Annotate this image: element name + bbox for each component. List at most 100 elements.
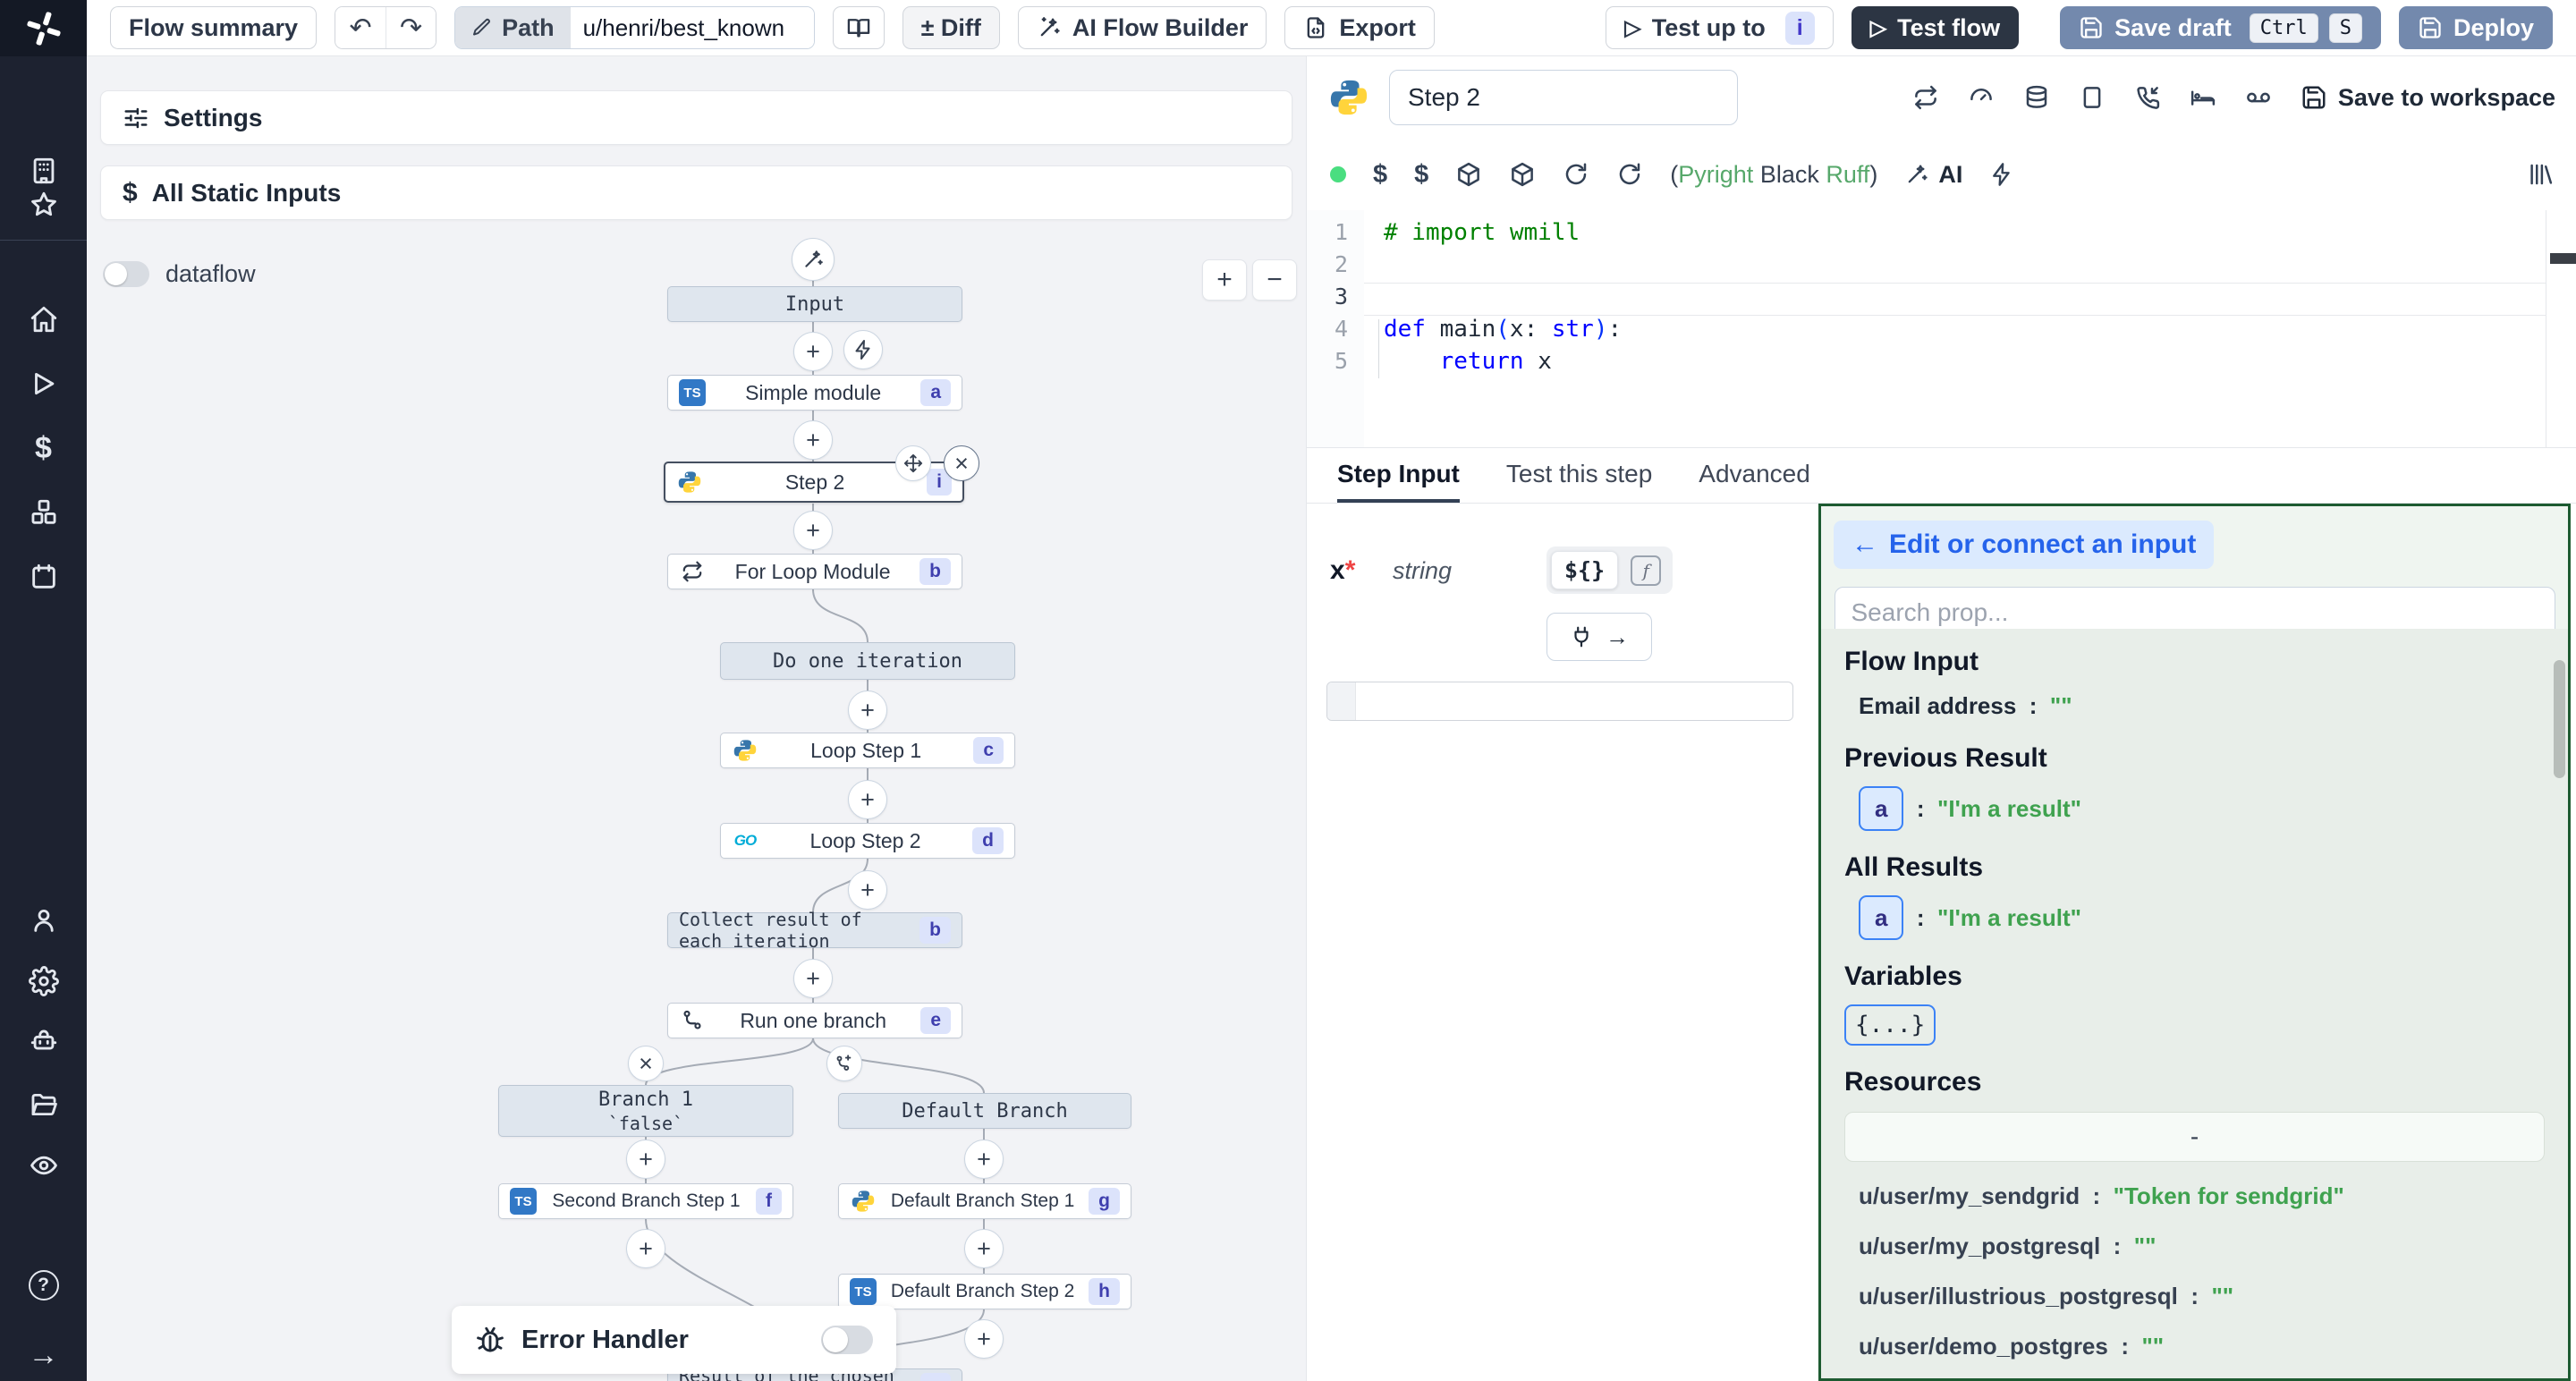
early-stop-gauge-icon[interactable]	[1968, 84, 1995, 111]
favorites-star-icon[interactable]	[0, 190, 87, 220]
argument-value-editor[interactable]	[1326, 682, 1793, 721]
add-step-button[interactable]: +	[848, 690, 887, 730]
add-step-button[interactable]: +	[848, 780, 887, 819]
expand-sidebar-arrow-icon[interactable]: →	[0, 1338, 87, 1373]
add-trigger-button[interactable]	[843, 330, 883, 369]
flow-node-input[interactable]: Input	[667, 286, 962, 322]
library-panel-icon[interactable]	[2527, 161, 2554, 188]
tab-test-this-step[interactable]: Test this step	[1506, 448, 1652, 503]
prop-row[interactable]: Email address : ""	[1844, 690, 2545, 722]
user-icon[interactable]	[0, 905, 87, 936]
docs-book-button[interactable]	[833, 6, 885, 49]
cache-database-icon[interactable]	[2023, 84, 2050, 111]
undo-button[interactable]: ↶	[335, 7, 386, 48]
variable-picker-icon[interactable]: $	[1373, 160, 1387, 190]
save-draft-button[interactable]: Save draft Ctrl S	[2060, 6, 2381, 49]
error-handler-toggle[interactable]	[821, 1326, 873, 1354]
folders-icon[interactable]	[0, 1089, 87, 1120]
plus-icon: +	[806, 517, 820, 545]
step-name-input[interactable]	[1389, 70, 1738, 125]
variables-expand-badge[interactable]: {...}	[1844, 1004, 1936, 1046]
add-step-button[interactable]: +	[626, 1140, 665, 1179]
package-icon[interactable]	[1509, 161, 1536, 188]
export-button[interactable]: Export	[1284, 6, 1435, 49]
minimap-slider[interactable]	[2550, 253, 2576, 264]
flow-node-loop-step1[interactable]: Loop Step 1 c	[720, 733, 1015, 768]
flow-node-do-one-iteration[interactable]: Do one iteration	[720, 642, 1015, 680]
bolt-icon[interactable]	[1989, 162, 2014, 187]
result-key-badge[interactable]: a	[1859, 786, 1903, 831]
save-to-workspace-button[interactable]: Save to workspace	[2301, 84, 2555, 112]
add-step-button[interactable]: +	[793, 420, 833, 460]
flow-node-second-branch-step1[interactable]: TS Second Branch Step 1 f	[498, 1183, 793, 1219]
home-icon[interactable]	[0, 304, 87, 335]
tab-advanced[interactable]: Advanced	[1699, 448, 1810, 503]
windmill-logo[interactable]	[0, 0, 87, 56]
resources-cubes-icon[interactable]	[0, 497, 87, 528]
help-icon[interactable]: ?	[0, 1270, 87, 1301]
sleep-bed-icon[interactable]	[2190, 84, 2216, 111]
add-step-button[interactable]: +	[626, 1229, 665, 1268]
move-step-handle[interactable]	[895, 445, 931, 481]
prop-row[interactable]: a : "I'm a result"	[1844, 895, 2545, 940]
flow-node-collect-result[interactable]: Collect result of each iteration b	[667, 912, 962, 948]
code-editor[interactable]: 1 2 3 4 5 # import wmill def main(x: str…	[1307, 210, 2576, 447]
resource-picker-icon[interactable]: $	[1414, 160, 1428, 190]
mock-square-icon[interactable]	[2079, 84, 2106, 111]
voicemail-icon[interactable]	[2245, 84, 2272, 111]
path-chip[interactable]: Path	[455, 7, 571, 48]
connect-input-button[interactable]: →	[1546, 613, 1652, 661]
connect-panel-scrollbar[interactable]	[2554, 660, 2565, 778]
flow-node-for-loop[interactable]: For Loop Module b	[667, 554, 962, 589]
deploy-button[interactable]: Deploy	[2399, 6, 2553, 49]
schedules-calendar-icon[interactable]	[0, 562, 87, 592]
function-mode-button[interactable]: f	[1631, 555, 1661, 586]
audit-eye-icon[interactable]	[0, 1150, 87, 1181]
resource-row[interactable]: u/user/illustrious_postgresql : ""	[1844, 1280, 2545, 1312]
remove-branch-button[interactable]: ×	[628, 1046, 664, 1081]
flow-node-loop-step2[interactable]: GO Loop Step 2 d	[720, 823, 1015, 859]
workspace-icon[interactable]	[0, 156, 87, 186]
flow-node-run-one-branch[interactable]: Run one branch e	[667, 1003, 962, 1038]
add-step-button[interactable]: +	[848, 870, 887, 910]
flow-node-default-branch-step1[interactable]: Default Branch Step 1 g	[838, 1183, 1131, 1219]
edit-or-connect-back-button[interactable]: ←Edit or connect an input	[1834, 521, 2214, 569]
add-step-button[interactable]: +	[964, 1229, 1004, 1268]
prop-row[interactable]: a : "I'm a result"	[1844, 786, 2545, 831]
flow-node-branch1[interactable]: Branch 1 `false`	[498, 1085, 793, 1137]
result-key-badge[interactable]: a	[1859, 895, 1903, 940]
resource-row[interactable]: u/user/demo_postgres "": ""	[1844, 1330, 2545, 1362]
resource-row[interactable]: u/user/my_sendgrid : "Token for sendgrid…	[1844, 1180, 2545, 1212]
add-step-button[interactable]: +	[793, 511, 833, 550]
flow-summary-button[interactable]: Flow summary	[110, 6, 317, 49]
runs-play-icon[interactable]	[0, 369, 87, 399]
flow-node-simple-module[interactable]: TS Simple module a	[667, 375, 962, 411]
settings-gear-icon[interactable]	[0, 966, 87, 996]
test-flow-button[interactable]: ▷ Test flow	[1852, 6, 2019, 49]
ai-assistant-button[interactable]: AI	[1904, 161, 1962, 189]
test-up-to-button[interactable]: ▷ Test up to i	[1606, 6, 1833, 49]
reload-icon[interactable]	[1616, 161, 1643, 188]
retry-repeat-icon[interactable]	[1912, 84, 1939, 111]
flow-node-default-branch[interactable]: Default Branch	[838, 1093, 1131, 1129]
redo-button[interactable]: ↷	[386, 7, 436, 48]
add-branch-button[interactable]	[826, 1046, 862, 1081]
reload-icon[interactable]	[1563, 161, 1589, 188]
diff-button[interactable]: ± Diff	[902, 6, 1000, 49]
resource-row[interactable]: u/user/my_postgresql : ""	[1844, 1230, 2545, 1262]
variables-dollar-icon[interactable]: $	[0, 431, 87, 466]
add-step-button[interactable]: +	[793, 332, 833, 371]
add-step-button[interactable]: +	[793, 959, 833, 998]
ai-wand-trigger-button[interactable]	[792, 238, 835, 281]
flow-node-default-branch-step2[interactable]: TS Default Branch Step 2 h	[838, 1274, 1131, 1309]
suspend-phone-icon[interactable]	[2134, 84, 2161, 111]
package-icon[interactable]	[1455, 161, 1482, 188]
workers-robot-icon[interactable]	[0, 1027, 87, 1057]
add-step-button[interactable]: +	[964, 1140, 1004, 1179]
add-step-button[interactable]: +	[964, 1319, 1004, 1359]
path-input[interactable]	[571, 7, 814, 48]
expression-mode-button[interactable]: ${}	[1551, 551, 1618, 589]
tab-step-input[interactable]: Step Input	[1337, 448, 1460, 503]
delete-step-button[interactable]: ×	[944, 445, 979, 481]
ai-flow-builder-button[interactable]: AI Flow Builder	[1018, 6, 1267, 49]
